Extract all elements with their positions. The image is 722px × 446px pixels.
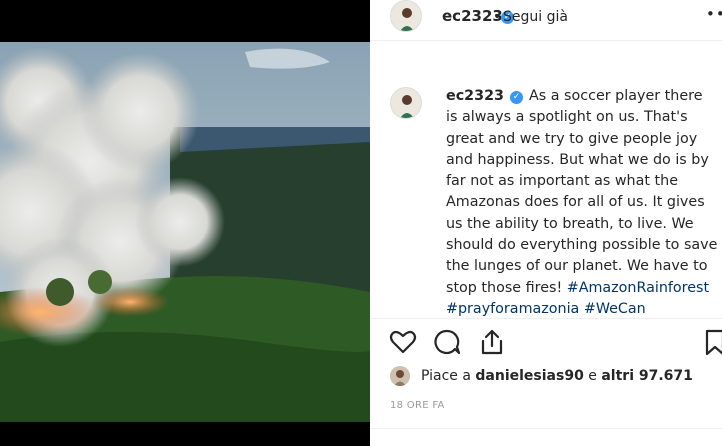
caption-text: As a soccer player there is always a spo… — [446, 88, 718, 296]
post-sidebar: ec2323 ✓ • Segui già ••• ec2323 ✓As a soc… — [370, 0, 722, 446]
likes-connector: e — [588, 368, 597, 384]
comment-icon[interactable] — [432, 327, 462, 357]
avatar-image — [391, 1, 421, 31]
likes-summary: Piace a danielesias90 e altri 97.671 — [421, 368, 693, 384]
likes-count-link[interactable]: altri 97.671 — [601, 368, 693, 384]
bookmark-icon[interactable] — [700, 327, 722, 357]
liker-avatar[interactable] — [390, 366, 410, 386]
share-icon[interactable] — [477, 327, 507, 357]
caption-username[interactable]: ec2323 — [446, 88, 504, 104]
caption-avatar[interactable] — [390, 87, 422, 119]
post-photo-pane — [0, 0, 370, 446]
follow-separator: • — [493, 9, 502, 25]
hashtag-link[interactable]: #prayforamazonia — [446, 301, 579, 317]
comment-divider — [370, 428, 722, 429]
follow-status-button[interactable]: Segui già — [503, 9, 568, 25]
avatar-image — [391, 88, 421, 118]
avatar-image — [390, 366, 410, 386]
post-caption: ec2323 ✓ As a soccer player there is alway… — [446, 86, 718, 320]
likes-prefix: Piace a — [421, 368, 471, 384]
hashtag-link[interactable]: #AmazonRainforest — [567, 280, 709, 296]
liker-username[interactable]: danielesias90 — [475, 368, 583, 384]
post-photo[interactable] — [0, 42, 370, 422]
heart-icon[interactable] — [388, 327, 418, 357]
post-header: ec2323 ✓ • Segui già ••• — [370, 0, 722, 41]
action-bar — [370, 318, 722, 367]
author-avatar[interactable] — [390, 0, 422, 32]
more-options-icon[interactable]: ••• — [706, 5, 722, 23]
hashtag-link[interactable]: #WeCan — [584, 301, 646, 317]
post-timestamp[interactable]: 18 ORE FA — [390, 400, 445, 411]
verified-badge-icon: ✓ — [509, 91, 523, 104]
